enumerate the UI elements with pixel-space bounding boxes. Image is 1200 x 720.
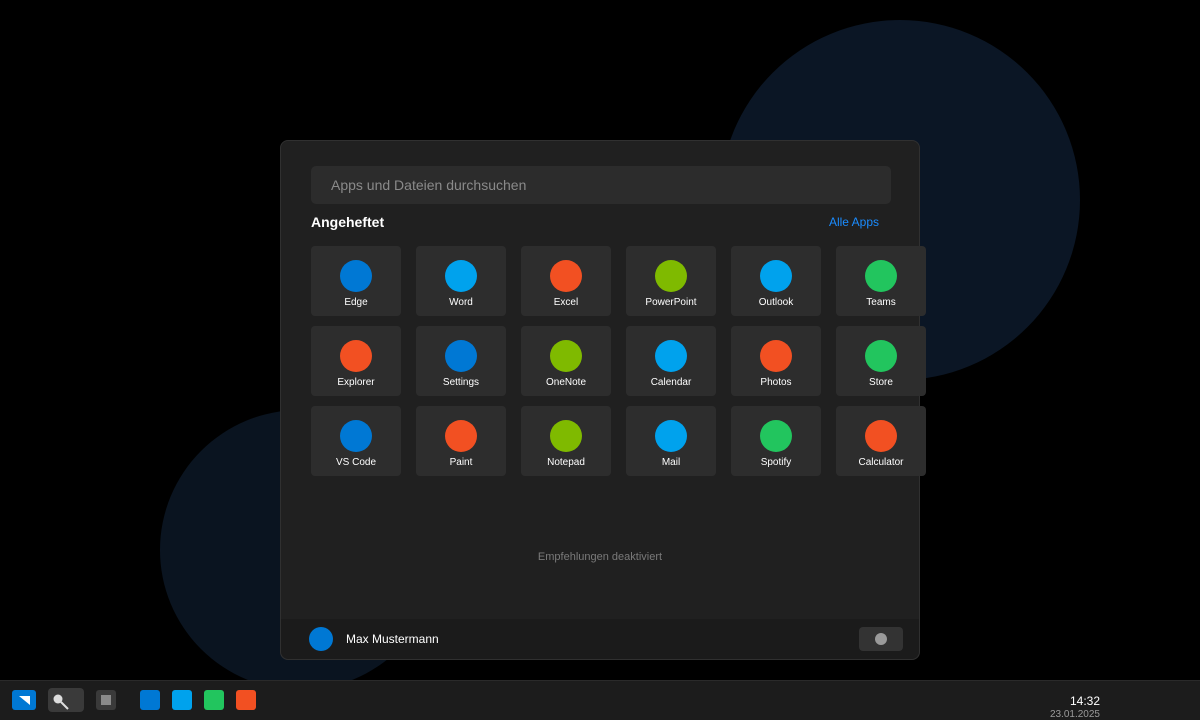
search-input[interactable] (311, 166, 891, 204)
app-tile[interactable]: Edge (311, 246, 401, 316)
app-tile[interactable]: Notepad (521, 406, 611, 476)
app-icon (340, 340, 372, 372)
task-view-button[interactable] (96, 690, 116, 710)
app-icon (760, 420, 792, 452)
app-label: OneNote (545, 377, 587, 388)
app-tile[interactable]: Settings (416, 326, 506, 396)
app-icon (865, 420, 897, 452)
app-tile[interactable]: Photos (731, 326, 821, 396)
desktop[interactable]: Angeheftet Alle Apps Edge Word Excel PowerP… (0, 0, 1200, 720)
app-tile[interactable]: Word (416, 246, 506, 316)
app-icon (760, 260, 792, 292)
taskbar: 14:32 23.01.2025 (0, 680, 1200, 720)
taskbar-app-icon[interactable] (204, 690, 224, 710)
recommendations-status: Empfehlungen deaktiviert (537, 551, 663, 563)
app-tile[interactable]: Mail (626, 406, 716, 476)
app-label: PowerPoint (645, 297, 697, 308)
app-label: Notepad (547, 457, 585, 468)
app-tile[interactable]: Calculator (836, 406, 926, 476)
app-label: VS Code (335, 457, 377, 468)
app-label: Outlook (758, 297, 794, 308)
taskbar-app-icon[interactable] (140, 690, 160, 710)
start-icon (19, 696, 30, 705)
app-icon (865, 260, 897, 292)
app-tile[interactable]: Paint (416, 406, 506, 476)
app-icon (550, 340, 582, 372)
app-icon (865, 340, 897, 372)
pinned-apps-grid: Edge Word Excel PowerPoint Outlook Teams Explo… (311, 246, 926, 476)
app-label: Mail (661, 457, 681, 468)
app-label: Store (869, 377, 893, 388)
app-tile[interactable]: Store (836, 326, 926, 396)
start-menu: Angeheftet Alle Apps Edge Word Excel PowerP… (280, 140, 926, 660)
search-icon (53, 694, 69, 710)
start-button[interactable] (12, 690, 36, 710)
power-icon (875, 633, 887, 645)
app-label: Spotify (760, 457, 792, 468)
app-tile[interactable]: VS Code (311, 406, 401, 476)
user-name[interactable]: Max Mustermann (346, 632, 439, 646)
app-icon (445, 260, 477, 292)
app-icon (655, 340, 687, 372)
app-icon (550, 420, 582, 452)
all-apps-link[interactable]: Alle Apps (829, 215, 879, 229)
app-icon (445, 340, 477, 372)
app-label: Settings (442, 377, 480, 388)
app-tile[interactable]: Explorer (311, 326, 401, 396)
app-tile[interactable]: Calendar (626, 326, 716, 396)
pinned-section-title: Angeheftet (311, 214, 385, 230)
app-icon (655, 260, 687, 292)
app-tile[interactable]: Excel (521, 246, 611, 316)
app-icon (760, 340, 792, 372)
task-view-icon (101, 695, 111, 705)
app-label: Calculator (858, 457, 904, 468)
app-icon (655, 420, 687, 452)
app-label: Excel (553, 297, 579, 308)
app-label: Word (449, 297, 473, 308)
app-icon (340, 420, 372, 452)
clock-time[interactable]: 14:32 (1070, 694, 1100, 708)
app-label: Paint (449, 457, 473, 468)
avatar[interactable] (309, 627, 333, 651)
app-tile[interactable]: Spotify (731, 406, 821, 476)
clock-date[interactable]: 23.01.2025 (1050, 709, 1100, 720)
app-label: Photos (760, 377, 792, 388)
app-tile[interactable]: PowerPoint (626, 246, 716, 316)
app-label: Teams (866, 297, 896, 308)
user-bar: Max Mustermann (281, 619, 919, 659)
taskbar-app-icon[interactable] (236, 690, 256, 710)
power-button[interactable] (859, 627, 903, 651)
app-tile[interactable]: OneNote (521, 326, 611, 396)
app-icon (445, 420, 477, 452)
app-label: Explorer (337, 377, 375, 388)
app-label: Edge (344, 297, 368, 308)
app-label: Calendar (650, 377, 692, 388)
taskbar-app-icon[interactable] (172, 690, 192, 710)
app-icon (340, 260, 372, 292)
app-tile[interactable]: Outlook (731, 246, 821, 316)
app-icon (550, 260, 582, 292)
app-tile[interactable]: Teams (836, 246, 926, 316)
taskbar-search-button[interactable] (48, 688, 84, 712)
